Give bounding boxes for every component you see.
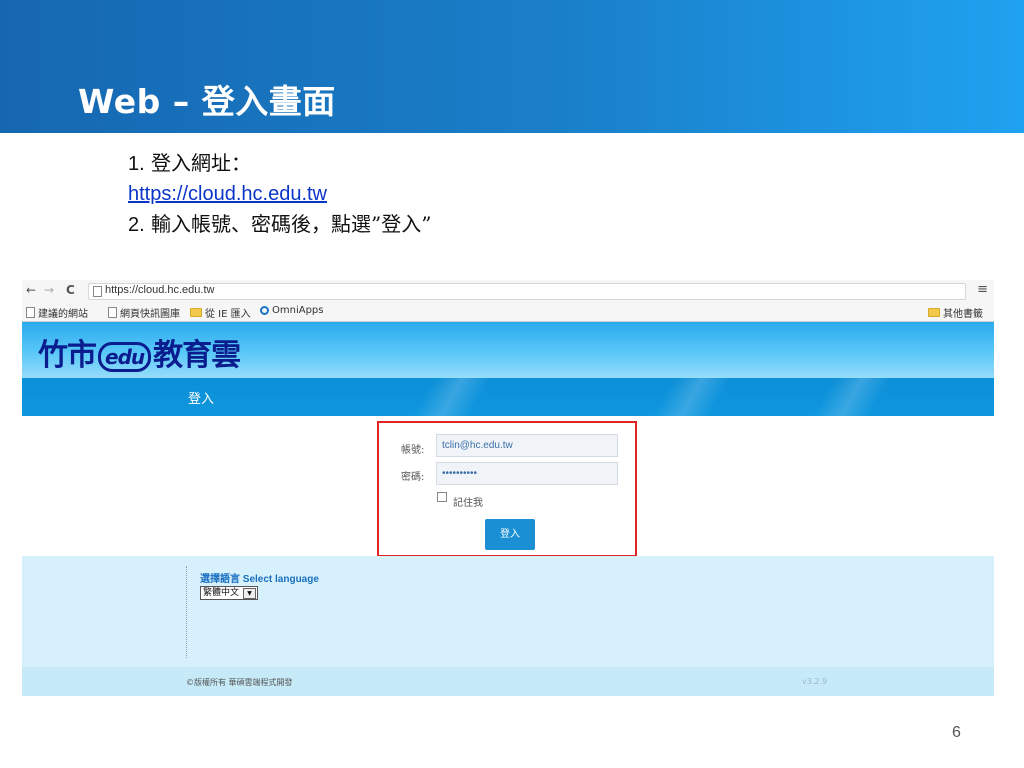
site-logo[interactable]: 竹市 edu 教育雲 [38, 330, 241, 374]
site-footer: ©版權所有 華碩雲端程式開發 v3.2.9 [22, 667, 994, 696]
remember-me-checkbox[interactable] [437, 492, 447, 502]
file-icon [108, 307, 117, 318]
forward-arrow-icon[interactable]: → [44, 283, 54, 297]
folder-icon [928, 308, 940, 317]
divider [186, 566, 187, 658]
browser-toolbar: ← → C https://cloud.hc.edu.tw ≡ [22, 280, 994, 302]
bookmarks-bar: 建議的網站 網頁快訊圖庫 從 IE 匯入 OmniApps 其他書籤 [22, 303, 994, 322]
folder-icon [190, 308, 202, 317]
menu-icon[interactable]: ≡ [977, 282, 988, 297]
bookmark-label: 建議的網站 [38, 309, 88, 320]
slide-header: Web – 登入畫面 [0, 0, 1024, 133]
step-2: 2. 輸入帳號、密碼後，點選”登入” [128, 209, 432, 240]
bookmark-label: 從 IE 匯入 [205, 309, 251, 320]
step-1-number: 1. [128, 153, 145, 175]
language-select[interactable]: 繁體中文 ▼ [200, 586, 259, 600]
logo-edu-mark: edu [98, 341, 152, 372]
main-content: 帳號: tclin@hc.edu.tw 密碼: •••••••••• 記住我 登… [22, 416, 994, 557]
site-nav-bar: 登入 [22, 378, 994, 416]
step-2-text: 輸入帳號、密碼後，點選”登入” [144, 212, 432, 236]
bookmark-suggested-sites[interactable]: 建議的網站 [26, 305, 88, 320]
remember-me-label: 記住我 [453, 498, 483, 509]
step-1-text: 登入網址： [144, 151, 252, 175]
bookmark-web-slice-gallery[interactable]: 網頁快訊圖庫 [108, 305, 180, 320]
nav-login-link[interactable]: 登入 [188, 388, 214, 407]
back-arrow-icon[interactable]: ← [26, 283, 36, 297]
dropdown-arrow-icon[interactable]: ▼ [243, 588, 257, 599]
step-1: 1. 登入網址： [128, 148, 432, 179]
login-url-link[interactable]: https://cloud.hc.edu.tw [128, 179, 432, 209]
footer-version: v3.2.9 [802, 677, 828, 686]
logo-text-right: 教育雲 [153, 338, 241, 373]
bookmark-label: OmniApps [272, 305, 324, 316]
account-label: 帳號: [401, 445, 425, 456]
address-text: https://cloud.hc.edu.tw [105, 284, 215, 296]
language-selected: 繁體中文 [203, 588, 240, 598]
logo-text-left: 竹市 [38, 338, 97, 373]
slide-title: Web – 登入畫面 [78, 82, 336, 121]
slide-number: 6 [952, 724, 961, 741]
language-title: 選擇語言 Select language [200, 574, 319, 585]
bookmark-omniapps[interactable]: OmniApps [260, 305, 323, 316]
page-icon [93, 286, 102, 297]
step-2-number: 2. [128, 214, 145, 236]
address-bar[interactable]: https://cloud.hc.edu.tw [88, 283, 966, 300]
login-form-highlight: 帳號: tclin@hc.edu.tw 密碼: •••••••••• 記住我 登… [377, 421, 637, 557]
bookmark-other[interactable]: 其他書籤 [928, 305, 983, 320]
nav-decoration [722, 378, 982, 416]
bookmark-imported-from-ie[interactable]: 從 IE 匯入 [190, 305, 251, 320]
site-header: 竹市 edu 教育雲 [22, 322, 994, 378]
password-input[interactable]: •••••••••• [436, 462, 618, 485]
account-input[interactable]: tclin@hc.edu.tw [436, 434, 618, 457]
nav-decoration [322, 378, 582, 416]
language-section: 選擇語言 Select language 繁體中文 ▼ [22, 556, 994, 667]
file-icon [26, 307, 35, 318]
password-label: 密碼: [401, 472, 425, 483]
bookmark-label: 網頁快訊圖庫 [120, 309, 180, 320]
omniapps-icon [260, 306, 269, 315]
login-button[interactable]: 登入 [485, 519, 535, 550]
reload-icon[interactable]: C [66, 283, 75, 297]
footer-copyright: ©版權所有 華碩雲端程式開發 [186, 678, 293, 687]
instructions: 1. 登入網址： https://cloud.hc.edu.tw 2. 輸入帳號… [128, 148, 432, 240]
browser-screenshot: ← → C https://cloud.hc.edu.tw ≡ 建議的網站 網頁… [22, 280, 994, 696]
bookmark-label: 其他書籤 [943, 309, 983, 320]
